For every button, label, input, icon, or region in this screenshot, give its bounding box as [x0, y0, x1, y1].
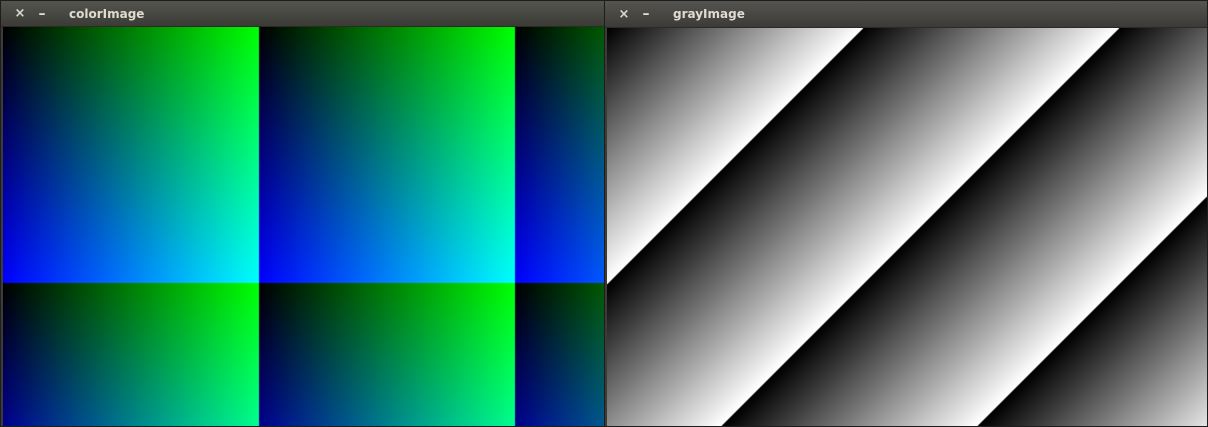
color-image-titlebar[interactable]: × – colorImage — [1, 1, 605, 27]
color-image-window: × – colorImage — [0, 0, 606, 427]
gray-image-canvas — [607, 28, 1207, 426]
close-icon[interactable]: × — [613, 4, 635, 24]
window-title: colorImage — [69, 6, 145, 21]
gray-image-window: × – grayImage — [604, 0, 1208, 427]
close-icon[interactable]: × — [9, 4, 31, 24]
color-image-canvas — [3, 27, 605, 426]
gray-image-titlebar[interactable]: × – grayImage — [605, 1, 1207, 28]
minimize-icon[interactable]: – — [635, 4, 657, 24]
minimize-icon[interactable]: – — [31, 4, 53, 24]
window-title: grayImage — [673, 7, 745, 21]
